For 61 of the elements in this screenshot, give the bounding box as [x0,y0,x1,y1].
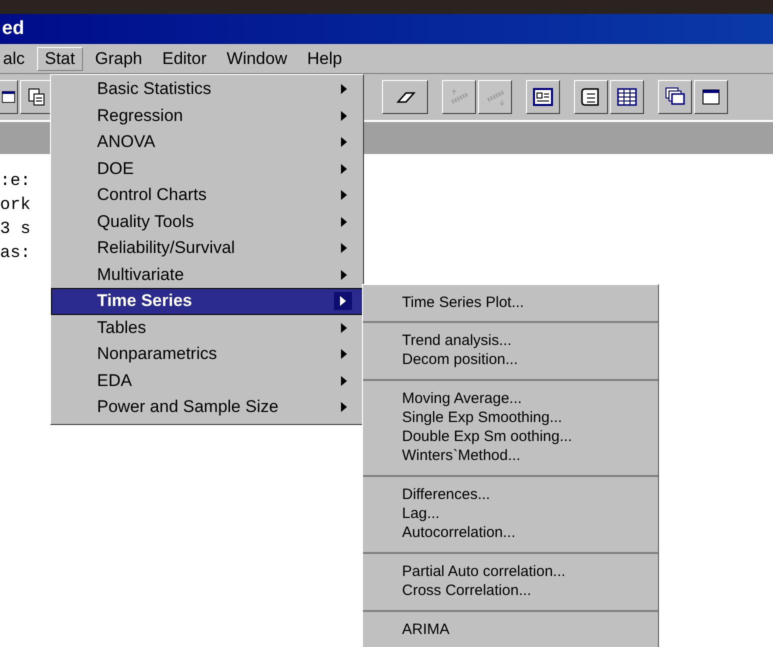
menu-item[interactable]: ARIMA [402,620,658,639]
submenu-arrow-icon [340,401,348,414]
submenu-arrow-icon [340,189,348,202]
menu-item[interactable]: Cross Correlation... [402,581,658,600]
window-title: ed [1,18,24,40]
menu-item[interactable]: Time Series [51,288,363,314]
toolbar-button[interactable] [694,80,728,114]
submenu-arrow-icon [340,162,348,175]
menu-item[interactable]: Basic Statistics [51,76,363,102]
menu-item[interactable]: Autocorrelation... [402,523,658,542]
menu-item[interactable]: Moving Average... [402,389,658,408]
menu-item[interactable]: Reliability/Survival [51,235,363,262]
scroll-icon [580,86,602,108]
submenu-arrow-icon [339,295,347,308]
submenu-arrow-icon [340,242,348,254]
menu-item[interactable]: Tables [51,314,363,341]
menu-item[interactable]: Nonparametrics [51,341,363,368]
menu-item[interactable]: Power and Sample Size [51,394,363,420]
menu-item[interactable]: Time Series Plot... [402,293,658,312]
menu-item[interactable]: Multivariate [51,262,363,288]
toolbar-button[interactable] [574,80,608,114]
menu-item[interactable]: Stat [36,46,83,70]
menu-item[interactable]: Partial Auto correlation... [402,562,658,581]
toolbar-button[interactable] [0,80,18,114]
menu-item[interactable]: Trend analysis... [402,331,658,350]
toolbar-button[interactable] [658,80,692,114]
menu-item[interactable]: EDA [51,368,363,394]
session-text: :e: [0,171,32,193]
submenu-arrow-icon [340,374,348,387]
toolbar-button[interactable] [526,80,560,114]
menu-item[interactable]: Decom position... [402,350,658,369]
toolbar-button[interactable] [382,80,428,114]
menu-item[interactable]: Window [218,46,296,70]
menu-item[interactable]: Regression [51,102,363,129]
menu-item[interactable]: Lag... [402,504,658,523]
menu-item[interactable]: Quality Tools [51,208,363,235]
menu-item[interactable]: ANOVA [51,129,363,156]
submenu-arrow-icon [340,216,348,228]
session-text: ork [0,195,32,217]
menu-item[interactable]: Differences... [402,485,658,504]
menu-item[interactable]: Single Exp Smoothing... [402,408,658,427]
menu-item[interactable]: Double Exp Sm oothing... [402,427,658,446]
session-text: 3 s [0,219,32,241]
toolbar-button[interactable] [610,80,644,114]
submenu-arrow-icon [340,110,348,122]
menu-item[interactable]: Winters`Method... [402,446,658,465]
session-text: as: [0,243,32,265]
menu-item[interactable]: DOE [51,156,363,182]
menu-item[interactable]: Control Charts [51,182,363,208]
windows-icon [664,86,686,108]
menu-item[interactable]: Help [299,46,350,70]
submenu-arrow-icon [340,136,348,148]
menu-item[interactable]: Editor [154,46,215,70]
table-icon [616,86,638,108]
window-icon [532,86,554,108]
submenu-arrow-icon [340,268,348,281]
submenu-arrow-icon [340,83,348,96]
menu-item[interactable]: Graph [86,46,150,70]
menu-item[interactable]: alc [0,46,33,70]
submenu-arrow-icon [340,322,348,334]
submenu-arrow-icon [340,348,348,360]
